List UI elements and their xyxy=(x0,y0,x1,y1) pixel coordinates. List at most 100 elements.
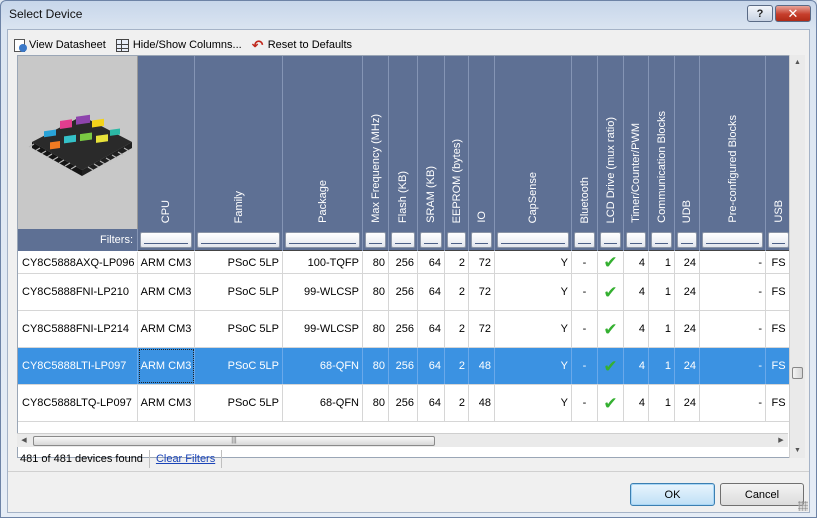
cell-comm: 1 xyxy=(649,252,675,273)
table-row[interactable]: CY8C5888LTQ-LP097 ARM CM3 PSoC 5LP 68-QFN 80… xyxy=(18,385,798,422)
column-header-label: Pre-configured Blocks xyxy=(726,115,739,223)
filter-dropdown-io[interactable] xyxy=(471,232,492,248)
cell-max-freq: 80 xyxy=(363,274,389,310)
filter-dropdown-timer[interactable] xyxy=(626,232,646,248)
cell-package: 68-QFN xyxy=(283,385,363,421)
table-row[interactable]: CY8C5888AXQ-LP096 ARM CM3 PSoC 5LP 100-TQFP… xyxy=(18,252,798,274)
cell-capsense: Y xyxy=(495,252,572,273)
cell-flash: 256 xyxy=(389,274,418,310)
view-datasheet-label: View Datasheet xyxy=(29,39,106,51)
checkmark-icon: ✔ xyxy=(603,393,618,413)
column-header-preconf[interactable]: Pre-configured Blocks xyxy=(700,56,766,229)
window-title: Select Device xyxy=(9,7,83,21)
column-header-io[interactable]: IO xyxy=(469,56,495,229)
cell-io: 72 xyxy=(469,274,495,310)
column-header-label: Timer/Counter/PWM xyxy=(630,123,642,223)
cell-preconf: - xyxy=(700,385,766,421)
column-header-udb[interactable]: UDB xyxy=(675,56,700,229)
cell-family: PSoC 5LP xyxy=(195,311,283,347)
column-header-label: EEPROM (bytes) xyxy=(450,138,463,223)
filter-dropdown-preconf[interactable] xyxy=(702,232,763,248)
column-header-cpu[interactable]: CPU xyxy=(138,56,195,229)
horizontal-scroll-thumb[interactable]: ||| xyxy=(33,436,435,446)
vertical-scroll-thumb[interactable] xyxy=(792,367,803,379)
cell-eeprom: 2 xyxy=(445,311,469,347)
cell-lcd: ✔ xyxy=(598,274,624,310)
filter-dropdown-udb[interactable] xyxy=(677,232,697,248)
cell-comm: 1 xyxy=(649,385,675,421)
filter-dropdown-family[interactable] xyxy=(197,232,280,248)
horizontal-scrollbar[interactable]: ◀ ||| ▶ xyxy=(17,433,788,447)
cell-io: 48 xyxy=(469,385,495,421)
table-row[interactable]: CY8C5888FNI-LP214 ARM CM3 PSoC 5LP 99-WLCSP… xyxy=(18,311,798,348)
column-header-label: Bluetooth xyxy=(578,176,591,223)
column-header-bluetooth[interactable]: Bluetooth xyxy=(572,56,598,229)
filter-dropdown-cpu[interactable] xyxy=(140,232,192,248)
column-header-timer[interactable]: Timer/Counter/PWM xyxy=(624,56,649,229)
column-header-package[interactable]: Package xyxy=(283,56,363,229)
cell-eeprom: 2 xyxy=(445,348,469,384)
cell-cpu: ARM CM3 xyxy=(138,311,195,347)
device-grid: CPU Family Package Max Frequency (MHz) Flash… xyxy=(17,55,799,458)
clear-filters-link[interactable]: Clear Filters xyxy=(150,450,223,468)
cell-flash: 256 xyxy=(389,348,418,384)
filter-cell-capsense xyxy=(495,229,572,251)
cell-timer: 4 xyxy=(624,311,649,347)
cell-cpu: ARM CM3 xyxy=(138,348,195,384)
table-row[interactable]: CY8C5888FNI-LP210 ARM CM3 PSoC 5LP 99-WLCSP… xyxy=(18,274,798,311)
filter-dropdown-eeprom[interactable] xyxy=(447,232,466,248)
cell-package: 99-WLCSP xyxy=(283,274,363,310)
filter-dropdown-bluetooth[interactable] xyxy=(574,232,595,248)
cell-eeprom: 2 xyxy=(445,252,469,273)
filter-dropdown-max-freq[interactable] xyxy=(365,232,386,248)
reset-defaults-button[interactable]: ↶ Reset to Defaults xyxy=(252,38,352,52)
column-header-label: UDB xyxy=(681,199,693,223)
close-button[interactable]: ✕ xyxy=(775,5,811,22)
column-header-label: CPU xyxy=(160,199,172,223)
resize-grip[interactable] xyxy=(798,501,808,511)
filter-dropdown-package[interactable] xyxy=(285,232,360,248)
scroll-right-arrow-icon[interactable]: ▶ xyxy=(774,434,788,448)
chip-image-icon xyxy=(28,114,132,176)
cell-udb: 24 xyxy=(675,348,700,384)
hide-show-columns-button[interactable]: Hide/Show Columns... xyxy=(115,38,242,52)
cancel-button[interactable]: Cancel xyxy=(720,483,804,506)
filter-dropdown-lcd[interactable] xyxy=(600,232,621,248)
filter-dropdown-comm[interactable] xyxy=(651,232,672,248)
help-button[interactable]: ? xyxy=(747,5,773,22)
title-bar[interactable]: Select Device ? ✕ xyxy=(1,1,816,27)
hide-show-columns-label: Hide/Show Columns... xyxy=(132,39,242,51)
filter-dropdown-sram[interactable] xyxy=(420,232,442,248)
vertical-scrollbar[interactable]: ▲ ▼ xyxy=(789,55,805,458)
cell-timer: 4 xyxy=(624,348,649,384)
column-header-max-freq[interactable]: Max Frequency (MHz) xyxy=(363,56,389,229)
cell-preconf: - xyxy=(700,274,766,310)
cell-bluetooth: - xyxy=(572,252,598,273)
column-header-label: Communication Blocks xyxy=(655,111,668,223)
column-header-lcd[interactable]: LCD Drive (mux ratio) xyxy=(598,56,624,229)
column-header-capsense[interactable]: CapSense xyxy=(495,56,572,229)
view-datasheet-button[interactable]: View Datasheet xyxy=(14,38,106,52)
undo-arrow-icon: ↶ xyxy=(251,37,264,53)
cell-preconf: - xyxy=(700,311,766,347)
cell-timer: 4 xyxy=(624,274,649,310)
filter-dropdown-flash[interactable] xyxy=(391,232,415,248)
scroll-up-arrow-icon[interactable]: ▲ xyxy=(790,55,805,70)
cell-cpu: ARM CM3 xyxy=(138,252,195,273)
cell-sram: 64 xyxy=(418,385,445,421)
cell-capsense: Y xyxy=(495,274,572,310)
reset-defaults-label: Reset to Defaults xyxy=(267,39,353,51)
column-header-flash[interactable]: Flash (KB) xyxy=(389,56,418,229)
column-header-sram[interactable]: SRAM (KB) xyxy=(418,56,445,229)
ok-button[interactable]: OK xyxy=(630,483,715,506)
column-header-comm[interactable]: Communication Blocks xyxy=(649,56,675,229)
filter-cell-comm xyxy=(649,229,675,251)
table-row[interactable]: CY8C5888LTI-LP097 ARM CM3 PSoC 5LP 68-QFN 80… xyxy=(18,348,798,385)
column-header-eeprom[interactable]: EEPROM (bytes) xyxy=(445,56,469,229)
cell-sram: 64 xyxy=(418,252,445,273)
filter-dropdown-capsense[interactable] xyxy=(497,232,569,248)
scroll-left-arrow-icon[interactable]: ◀ xyxy=(17,434,31,448)
cell-lcd: ✔ xyxy=(598,348,624,384)
filter-dropdown-usb[interactable] xyxy=(768,232,789,248)
column-header-family[interactable]: Family xyxy=(195,56,283,229)
